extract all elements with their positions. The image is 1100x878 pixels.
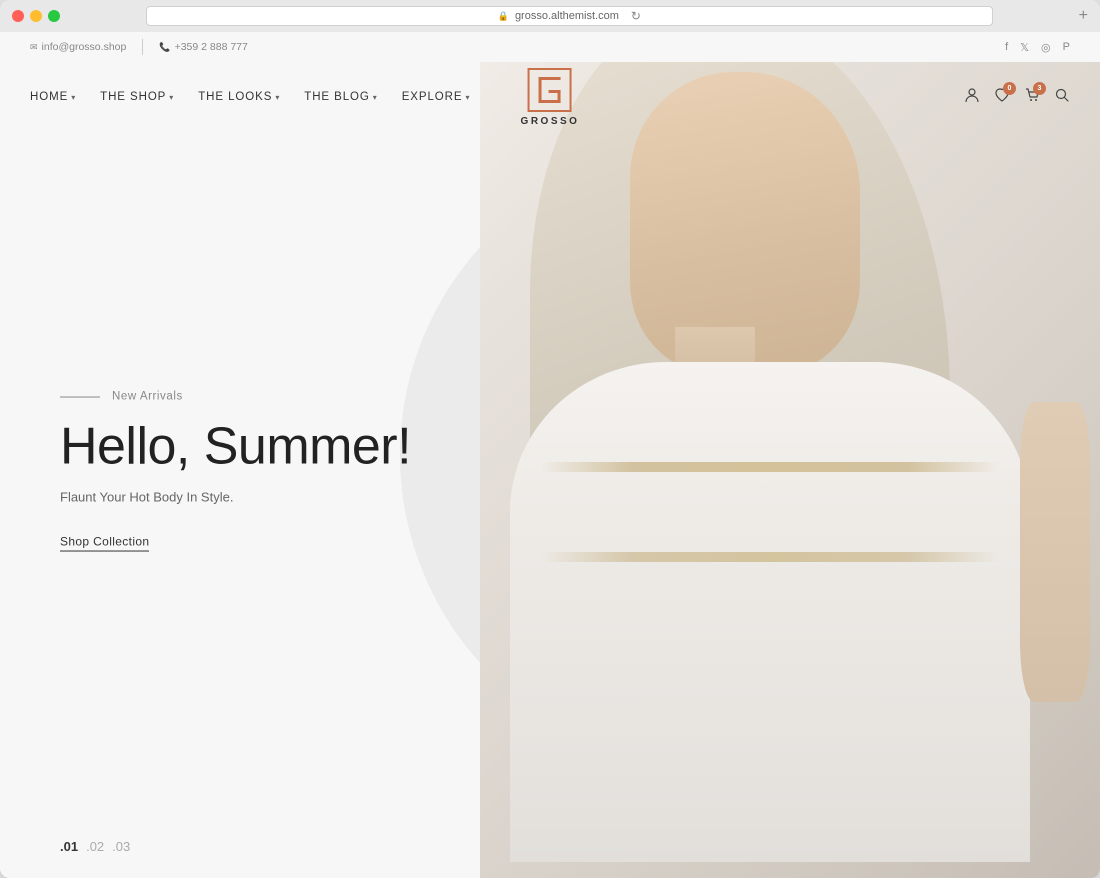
hero-subtitle: Flaunt Your Hot Body In Style. — [60, 490, 411, 505]
twitter-icon[interactable]: 𝕏 — [1020, 41, 1029, 54]
slide-indicator-3[interactable]: .03 — [112, 839, 130, 854]
slide-indicators: .01 .02 .03 — [60, 839, 130, 854]
search-icon[interactable] — [1054, 87, 1070, 107]
slide-indicator-2[interactable]: .02 — [86, 839, 104, 854]
grosso-logo-svg — [533, 73, 567, 107]
user-icon[interactable] — [964, 87, 980, 108]
main-navigation: HOME ▾ THE SHOP ▾ THE LOOKS ▾ THE BLOG ▾… — [0, 62, 1100, 132]
eyebrow-text: New Arrivals — [112, 391, 183, 403]
nav-explore[interactable]: EXPLORE ▾ — [402, 91, 471, 103]
phone-text: +359 2 888 777 — [175, 41, 248, 53]
browser-window: 🔒 grosso.althemist.com ↻ + ✉ info@grosso… — [0, 0, 1100, 878]
hero-eyebrow: New Arrivals — [60, 391, 411, 403]
nav-looks[interactable]: THE LOOKS ▾ — [198, 91, 280, 103]
nav-links: HOME ▾ THE SHOP ▾ THE LOOKS ▾ THE BLOG ▾… — [30, 91, 470, 103]
eyebrow-line — [60, 396, 100, 397]
maximize-button[interactable] — [48, 10, 60, 22]
hero-title: Hello, Summer! — [60, 419, 411, 476]
new-tab-button[interactable]: + — [1079, 8, 1088, 24]
url-text: grosso.althemist.com — [515, 10, 619, 22]
logo-icon-box — [528, 68, 572, 112]
hero-text-content: New Arrivals Hello, Summer! Flaunt Your … — [60, 391, 411, 552]
chevron-down-icon: ▾ — [466, 93, 471, 102]
email-info: ✉ info@grosso.shop — [30, 41, 126, 53]
minimize-button[interactable] — [30, 10, 42, 22]
email-icon: ✉ — [30, 42, 38, 53]
phone-icon: 📞 — [159, 42, 170, 53]
browser-titlebar: 🔒 grosso.althemist.com ↻ + — [0, 0, 1100, 32]
website-content: ✉ info@grosso.shop 📞 +359 2 888 777 f 𝕏 … — [0, 32, 1100, 878]
nav-shop[interactable]: THE SHOP ▾ — [100, 91, 174, 103]
facebook-icon[interactable]: f — [1005, 41, 1008, 53]
close-button[interactable] — [12, 10, 24, 22]
divider — [142, 39, 143, 55]
site-logo[interactable]: GROSSO — [521, 68, 580, 127]
refresh-icon[interactable]: ↻ — [631, 9, 641, 23]
nav-icons: 0 3 — [964, 87, 1070, 108]
chevron-down-icon: ▾ — [71, 93, 76, 102]
top-info-bar: ✉ info@grosso.shop 📞 +359 2 888 777 f 𝕏 … — [0, 32, 1100, 62]
hero-model-image — [480, 32, 1100, 878]
lock-icon: 🔒 — [498, 11, 509, 22]
address-bar[interactable]: 🔒 grosso.althemist.com ↻ — [146, 6, 993, 26]
nav-blog[interactable]: THE BLOG ▾ — [304, 91, 377, 103]
chevron-down-icon: ▾ — [169, 93, 174, 102]
pinterest-icon[interactable]: P — [1063, 41, 1070, 53]
phone-info: 📞 +359 2 888 777 — [159, 41, 248, 53]
social-links: f 𝕏 ◎ P — [1005, 41, 1070, 54]
cart-icon[interactable]: 3 — [1024, 87, 1040, 107]
cart-badge: 3 — [1033, 82, 1046, 95]
hero-section: New Arrivals Hello, Summer! Flaunt Your … — [0, 32, 1100, 878]
wishlist-icon[interactable]: 0 — [994, 87, 1010, 107]
contact-info: ✉ info@grosso.shop 📞 +359 2 888 777 — [30, 39, 248, 55]
chevron-down-icon: ▾ — [275, 93, 280, 102]
logo-text: GROSSO — [521, 116, 580, 127]
instagram-icon[interactable]: ◎ — [1041, 41, 1051, 54]
slide-indicator-1[interactable]: .01 — [60, 839, 78, 854]
wishlist-badge: 0 — [1003, 82, 1016, 95]
chevron-down-icon: ▾ — [373, 93, 378, 102]
nav-home[interactable]: HOME ▾ — [30, 91, 76, 103]
shop-collection-button[interactable]: Shop Collection — [60, 535, 149, 552]
email-text: info@grosso.shop — [42, 41, 127, 53]
